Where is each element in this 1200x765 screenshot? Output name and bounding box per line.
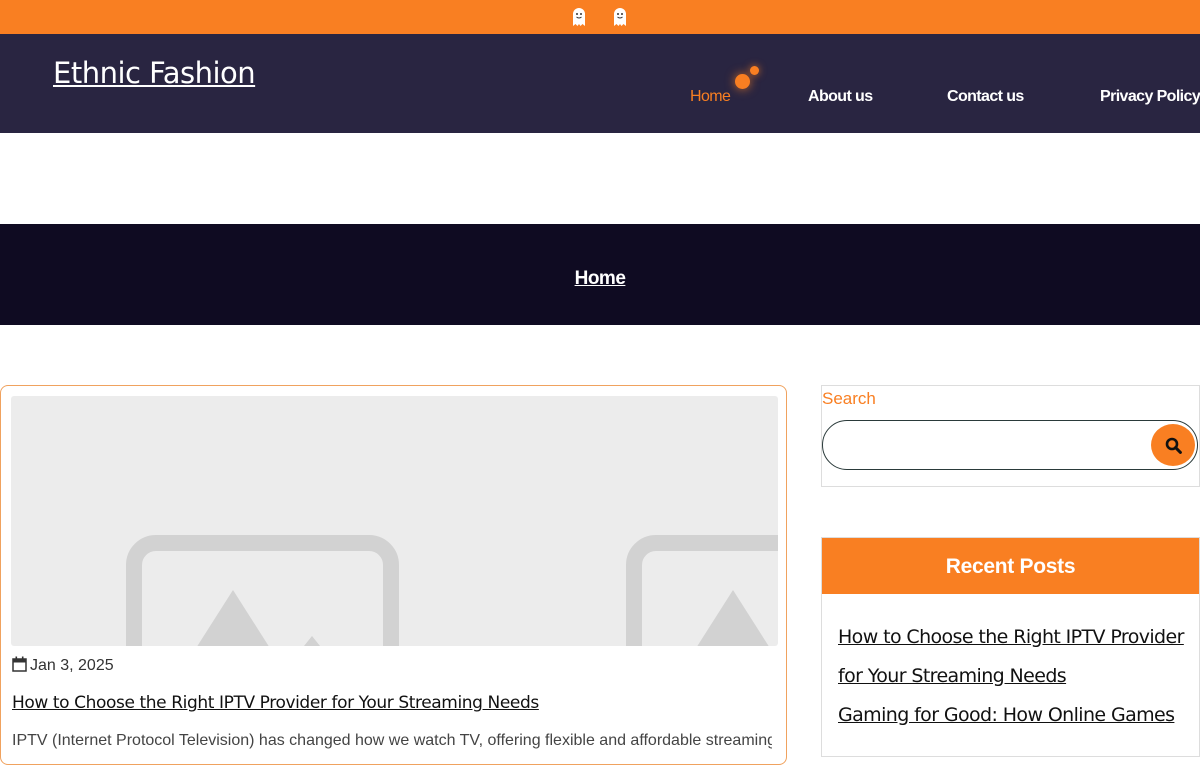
page-banner: Home: [0, 224, 1200, 325]
nav-active-indicator-dot: [750, 66, 759, 75]
search-button[interactable]: [1151, 424, 1195, 466]
search-icon: [1165, 437, 1182, 454]
nav-active-indicator: [735, 74, 750, 89]
ghost-icon[interactable]: [613, 7, 627, 27]
nav-item-about-us[interactable]: About us: [808, 88, 873, 106]
site-title-link[interactable]: Ethnic Fashion: [53, 56, 256, 90]
calendar-icon: [12, 656, 27, 672]
nav-item-home[interactable]: Home: [690, 88, 731, 106]
recent-post-link[interactable]: How to Choose the Right IPTV Provider fo…: [838, 618, 1188, 696]
top-bar: [0, 0, 1200, 34]
nav-item-contact-us[interactable]: Contact us: [947, 88, 1024, 106]
post-excerpt: IPTV (Internet Protocol Television) has …: [12, 732, 772, 749]
post-date-text: Jan 3, 2025: [30, 657, 114, 674]
post-card: Jan 3, 2025 How to Choose the Right IPTV…: [0, 385, 787, 765]
recent-posts-heading: Recent Posts: [822, 538, 1199, 594]
page-title[interactable]: Home: [0, 268, 1200, 290]
nav-item-privacy-policy[interactable]: Privacy Policy: [1100, 88, 1200, 106]
search-label: Search: [822, 389, 876, 408]
search-input[interactable]: [822, 420, 1198, 470]
post-thumbnail[interactable]: [11, 396, 778, 646]
recent-posts-widget: Recent Posts How to Choose the Right IPT…: [821, 537, 1200, 757]
ghost-icon[interactable]: [572, 7, 586, 27]
post-date: Jan 3, 2025: [12, 656, 114, 675]
post-title-link[interactable]: How to Choose the Right IPTV Provider fo…: [12, 693, 539, 713]
image-placeholder-icon: [126, 535, 778, 646]
site-header: Ethnic Fashion Home About us Contact us …: [0, 34, 1200, 133]
search-widget: Search: [821, 385, 1200, 487]
recent-post-link[interactable]: Gaming for Good: How Online Games: [838, 696, 1188, 735]
